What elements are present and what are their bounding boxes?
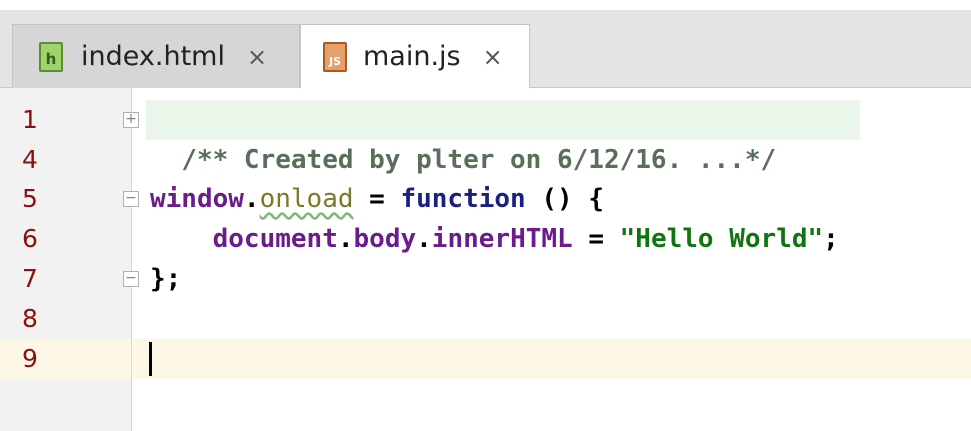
line-number: 4 (22, 145, 38, 174)
token-params: () { (525, 184, 604, 214)
token-dot: . (337, 224, 354, 254)
fold-end-icon[interactable]: − (123, 271, 139, 287)
tab-label: main.js (363, 41, 461, 72)
tab-label: index.html (81, 41, 225, 72)
token-string: "Hello World" (619, 224, 824, 254)
window-top-strip (0, 0, 971, 10)
line-number: 7 (22, 264, 38, 293)
token-window: window (150, 184, 244, 214)
line-number: 8 (22, 304, 38, 333)
folded-comment[interactable]: /** Created by plter on 6/12/16. ...*/ (181, 145, 776, 175)
tab-main-js[interactable]: JS main.js × (300, 24, 530, 89)
code-line-1[interactable]: /** Created by plter on 6/12/16. ...*/ (150, 100, 776, 175)
line-number: 6 (22, 224, 38, 253)
token-semicolon: ; (823, 224, 839, 254)
tab-index-html[interactable]: h index.html × (12, 24, 300, 88)
token-body: body (353, 224, 417, 254)
line-number: 1 (22, 105, 38, 134)
code-line-5[interactable]: window.onload = function () { (150, 179, 604, 219)
html-file-icon: h (39, 41, 63, 72)
code-line-6[interactable]: document.body.innerHTML = "Hello World"; (150, 219, 839, 259)
token-closing-brace: }; (150, 264, 182, 294)
current-line-highlight (0, 339, 971, 379)
token-onload: onload (259, 184, 354, 214)
token-assign: = (353, 184, 401, 214)
token-dot: . (416, 224, 432, 254)
token-function-keyword: function (400, 184, 526, 214)
line-number-current: 9 (22, 344, 38, 373)
text-cursor (149, 342, 152, 376)
fold-expand-icon[interactable]: + (123, 112, 139, 128)
token-assign: = (572, 224, 620, 254)
token-innerhtml: innerHTML (431, 224, 573, 254)
code-line-7[interactable]: }; (150, 259, 181, 299)
token-document: document (212, 224, 338, 254)
line-number: 5 (22, 184, 38, 213)
current-line-gutter-highlight (0, 339, 131, 379)
editor-tab-bar: h index.html × JS main.js × (0, 10, 971, 89)
line-number-gutter (0, 88, 132, 431)
close-icon[interactable]: × (247, 43, 267, 71)
token-dot: . (243, 184, 260, 214)
fold-collapse-icon[interactable]: − (123, 191, 139, 207)
close-icon[interactable]: × (483, 43, 503, 71)
js-file-icon: JS (323, 41, 347, 72)
